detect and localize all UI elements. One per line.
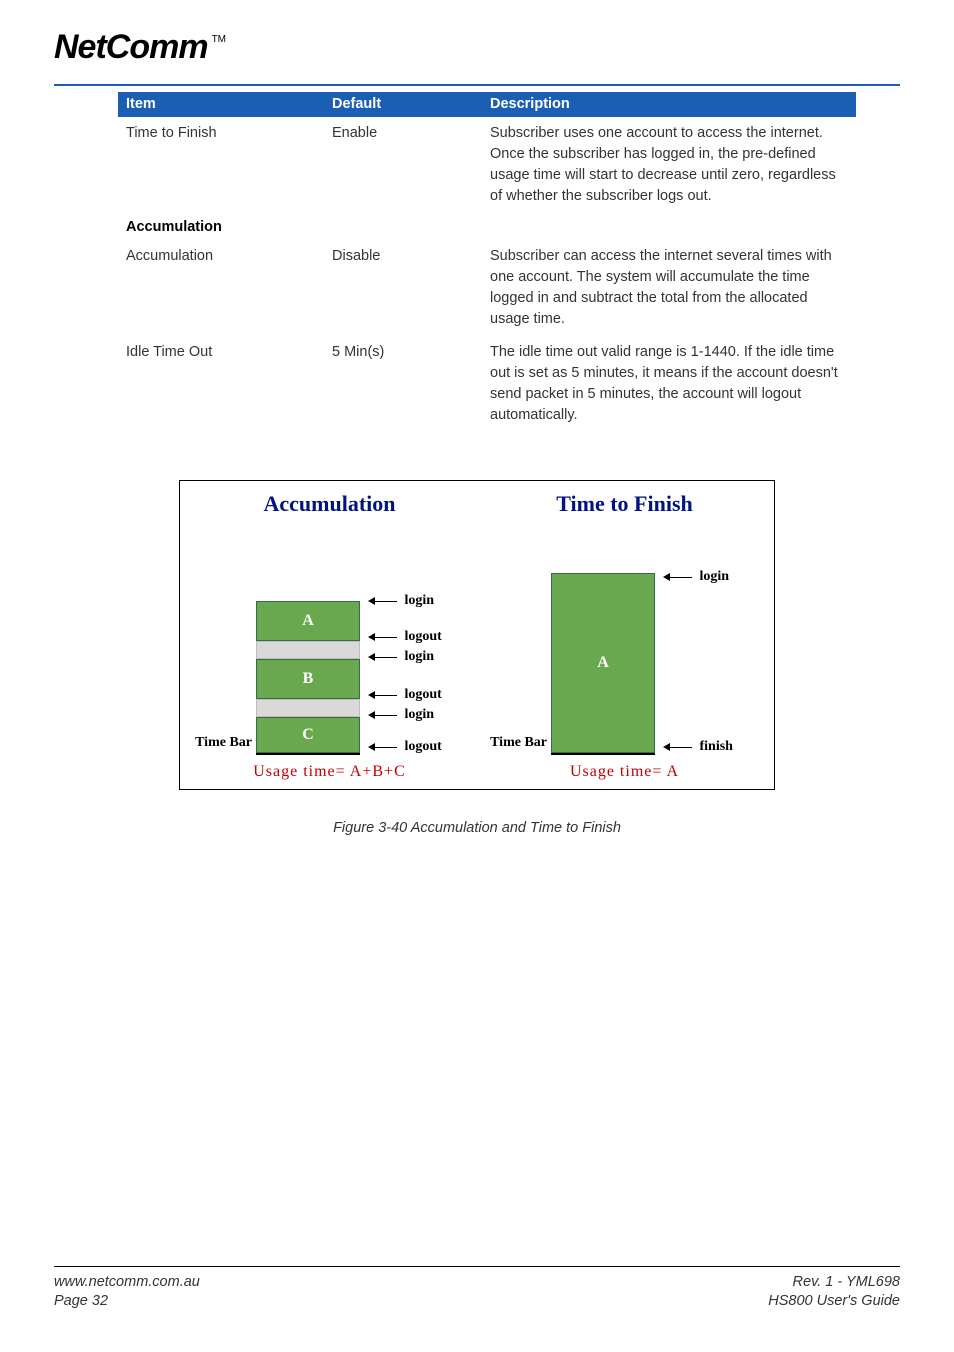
segment-b: B xyxy=(256,659,360,699)
event-label: logout xyxy=(368,739,471,755)
event-label: logout xyxy=(368,629,471,645)
segment-a: A xyxy=(256,601,360,641)
segment-c: C xyxy=(256,717,360,753)
table-section-row: Accumulation xyxy=(118,213,856,240)
cell-item: Time to Finish xyxy=(118,117,324,213)
th-item: Item xyxy=(118,92,324,117)
event-label: finish xyxy=(663,739,766,755)
cell-default: Enable xyxy=(324,117,482,213)
footer-url: www.netcomm.com.au xyxy=(54,1273,200,1293)
table-row: Idle Time Out 5 Min(s) The idle time out… xyxy=(118,336,856,432)
panel-accumulation: Accumulation Time Bar C B A login logout… xyxy=(188,491,471,781)
logo-text: NetComm xyxy=(54,28,208,67)
cell-default: 5 Min(s) xyxy=(324,336,482,432)
table-header-row: Item Default Description xyxy=(118,92,856,117)
panel-time-to-finish: Time to Finish Time Bar A login finish U… xyxy=(483,491,766,781)
figure-caption: Figure 3-40 Accumulation and Time to Fin… xyxy=(179,820,775,836)
footer-left: www.netcomm.com.au Page 32 xyxy=(54,1273,200,1312)
formula-text: Usage time= A xyxy=(483,763,766,781)
footer-divider xyxy=(54,1266,900,1267)
footer-rev: Rev. 1 - YML698 xyxy=(768,1273,900,1293)
cell-item: Idle Time Out xyxy=(118,336,324,432)
table-row: Accumulation Disable Subscriber can acce… xyxy=(118,240,856,336)
th-default: Default xyxy=(324,92,482,117)
stack-bar: C B A xyxy=(256,555,360,755)
section-label: Accumulation xyxy=(126,219,222,235)
formula-text: Usage time= A+B+C xyxy=(188,763,471,781)
panel-title: Accumulation xyxy=(188,491,471,517)
cell-description: Subscriber can access the internet sever… xyxy=(482,240,856,336)
event-label: login xyxy=(368,593,471,609)
table-row: Time to Finish Enable Subscriber uses on… xyxy=(118,117,856,213)
footer-guide: HS800 User's Guide xyxy=(768,1292,900,1312)
panel-title: Time to Finish xyxy=(483,491,766,517)
cell-default: Disable xyxy=(324,240,482,336)
settings-table: Item Default Description Time to Finish … xyxy=(118,92,856,432)
y-axis-label: Time Bar xyxy=(188,735,252,751)
annotation-column: login finish xyxy=(659,555,766,755)
page-footer: www.netcomm.com.au Page 32 Rev. 1 - YML6… xyxy=(54,1266,900,1312)
event-label: login xyxy=(368,649,471,665)
footer-right: Rev. 1 - YML698 HS800 User's Guide xyxy=(768,1273,900,1312)
usage-diagram: Accumulation Time Bar C B A login logout… xyxy=(179,480,775,790)
segment-gap xyxy=(256,699,360,717)
y-axis-label: Time Bar xyxy=(483,735,547,751)
segment-a: A xyxy=(551,573,655,753)
logo-tm: TM xyxy=(212,34,226,45)
annotation-column: login logout login logout login logout xyxy=(364,555,471,755)
segment-gap xyxy=(256,641,360,659)
th-description: Description xyxy=(482,92,856,117)
event-label: login xyxy=(663,569,766,585)
cell-description: The idle time out valid range is 1-1440.… xyxy=(482,336,856,432)
event-label: login xyxy=(368,707,471,723)
cell-description: Subscriber uses one account to access th… xyxy=(482,117,856,213)
header-divider xyxy=(54,84,900,86)
footer-page: Page 32 xyxy=(54,1292,200,1312)
figure-wrap: Accumulation Time Bar C B A login logout… xyxy=(179,480,775,836)
cell-item: Accumulation xyxy=(118,240,324,336)
event-label: logout xyxy=(368,687,471,703)
brand-logo: NetComm TM xyxy=(54,28,900,84)
stack-bar: A xyxy=(551,555,655,755)
